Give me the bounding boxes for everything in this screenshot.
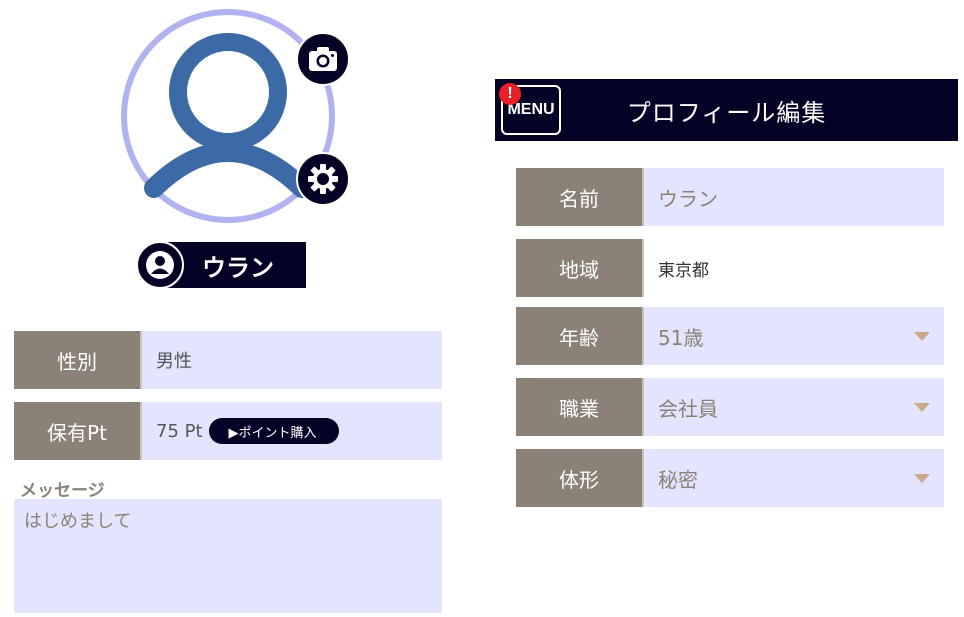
age-label: 年齢 [516,307,644,365]
body-type-row: 体形 秘密 [516,449,944,507]
gender-label: 性別 [14,331,142,389]
occupation-label: 職業 [516,378,644,436]
gender-value: 男性 [142,331,442,389]
age-value: 51歳 [658,325,704,350]
region-value[interactable]: 東京都 [644,239,944,297]
header-bar: プロフィール編集 MENU ! [495,79,958,141]
name-row: 名前 ウラン [516,168,944,226]
camera-button[interactable] [296,32,350,86]
name-label: 名前 [516,168,644,226]
body-type-label: 体形 [516,449,644,507]
gear-icon [308,164,338,194]
caret-down-icon [914,332,930,341]
user-circle-icon [136,241,184,289]
points-label: 保有Pt [14,402,142,460]
caret-down-icon [914,403,930,412]
camera-icon [309,47,337,71]
points-cell: 75 Pt ▶ポイント購入 [142,402,442,460]
settings-button[interactable] [296,152,350,206]
message-label: メッセージ [20,481,105,501]
occupation-value: 会社員 [658,396,718,421]
buy-points-button[interactable]: ▶ポイント購入 [208,418,339,444]
region-label: 地域 [516,239,644,297]
occupation-select[interactable]: 会社員 [644,378,944,436]
age-row: 年齢 51歳 [516,307,944,365]
page-title: プロフィール編集 [626,98,827,127]
body-type-select[interactable]: 秘密 [644,449,944,507]
user-name-badge: ウラン [136,241,306,289]
message-textarea[interactable]: はじめまして [14,499,442,613]
points-row: 保有Pt 75 Pt ▶ポイント購入 [14,402,442,460]
caret-down-icon [914,474,930,483]
name-input[interactable]: ウラン [644,168,944,226]
alert-icon: ! [499,83,521,105]
region-row: 地域 東京都 [516,239,944,297]
points-value: 75 Pt [156,420,203,442]
body-type-value: 秘密 [658,467,698,492]
age-select[interactable]: 51歳 [644,307,944,365]
occupation-row: 職業 会社員 [516,378,944,436]
gender-row: 性別 男性 [14,331,442,389]
avatar-area [118,6,350,226]
